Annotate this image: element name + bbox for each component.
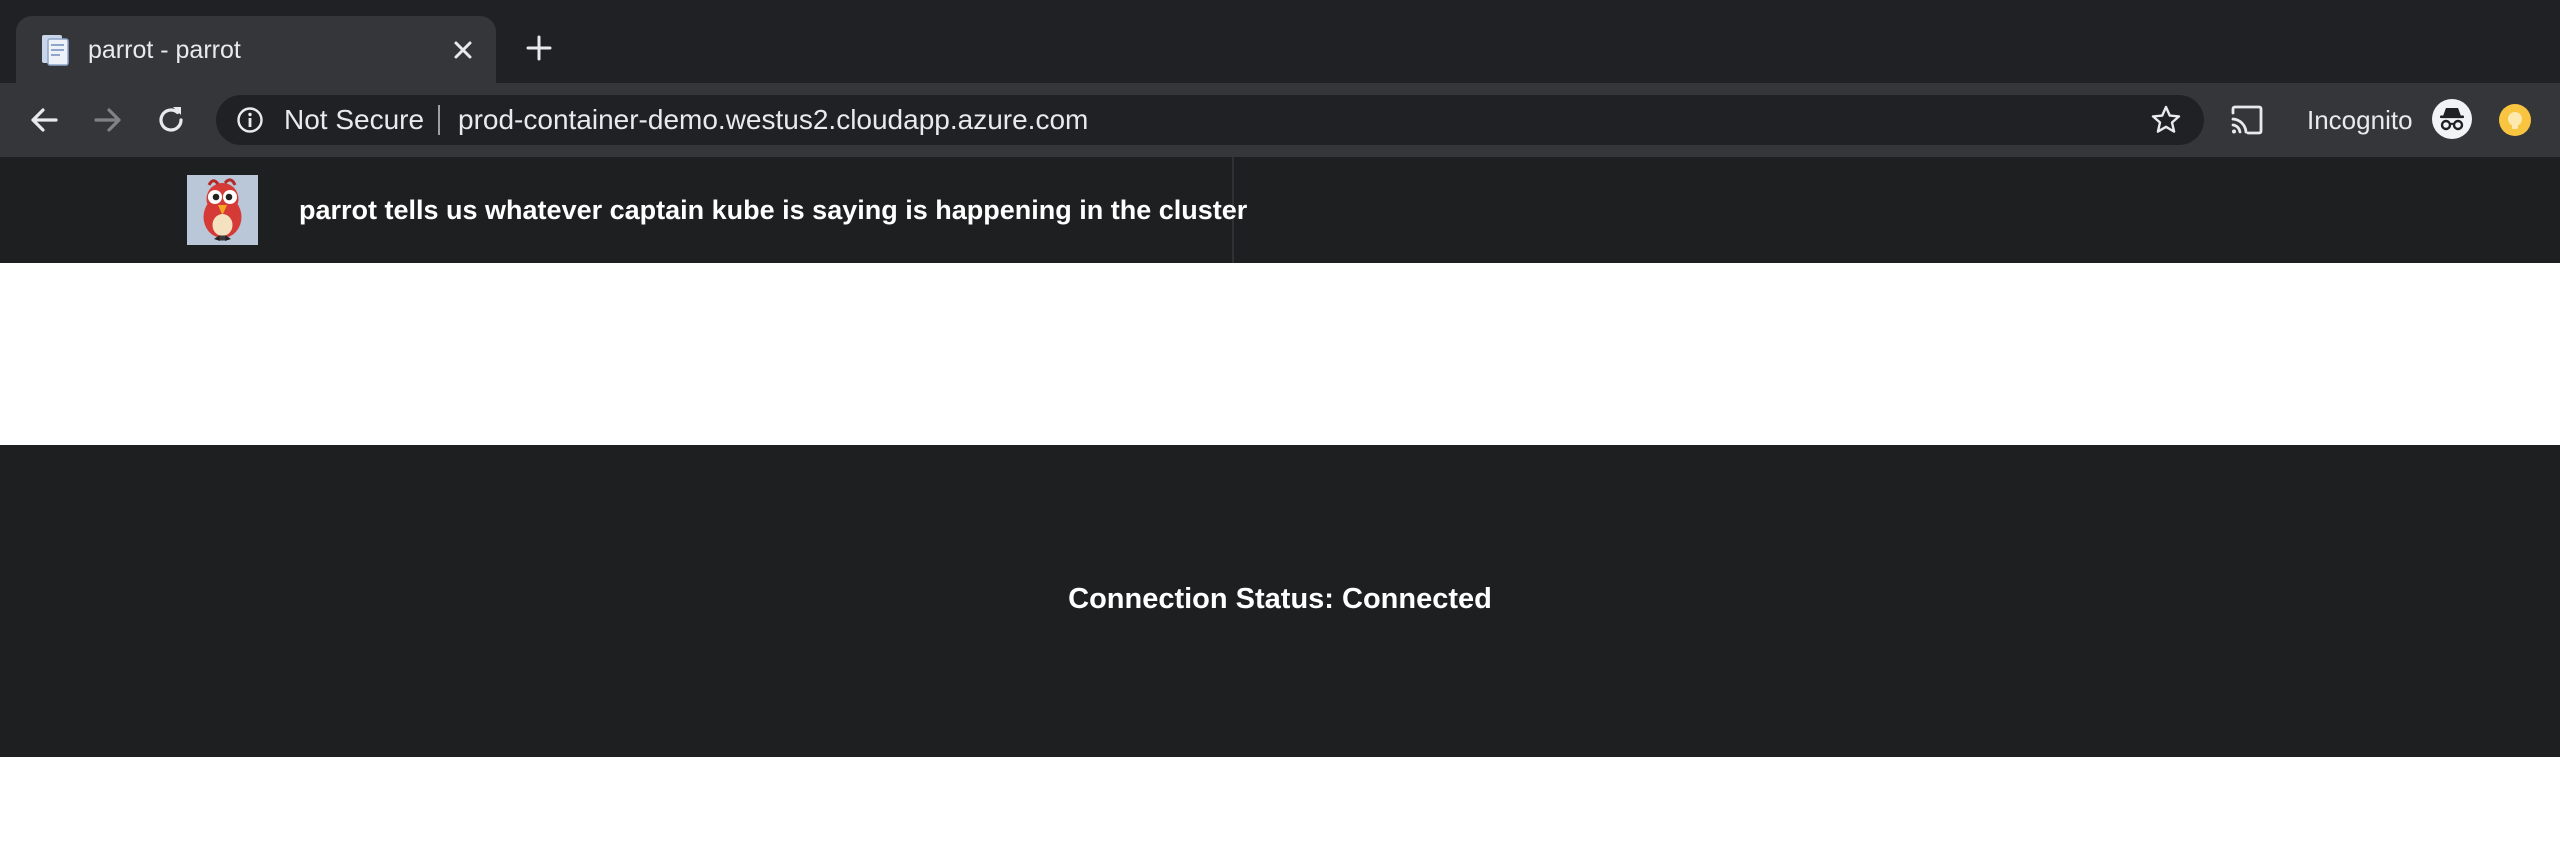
browser-toolbar: Not Secure prod-container-demo.westus2.c… (0, 83, 2560, 157)
plus-icon[interactable] (524, 33, 554, 63)
content-spacer (0, 263, 2560, 445)
url-text[interactable]: prod-container-demo.westus2.cloudapp.azu… (458, 105, 1088, 135)
page-bottom-area (0, 757, 2560, 846)
info-icon[interactable] (236, 106, 264, 134)
security-label[interactable]: Not Secure (284, 105, 424, 135)
incognito-label[interactable]: Incognito (2307, 105, 2413, 135)
reload-icon[interactable] (153, 102, 189, 138)
address-bar[interactable]: Not Secure prod-container-demo.westus2.c… (216, 95, 2204, 145)
star-icon[interactable] (2150, 104, 2182, 136)
tab-title: parrot - parrot (88, 36, 241, 64)
site-header: parrot tells us whatever captain kube is… (0, 157, 2560, 263)
forward-arrow-icon[interactable] (90, 102, 126, 138)
browser-tab-strip: parrot - parrot (0, 0, 2560, 83)
document-icon (38, 33, 72, 67)
cast-icon[interactable] (2230, 105, 2264, 135)
close-icon[interactable] (448, 35, 478, 65)
site-tagline: parrot tells us whatever captain kube is… (299, 195, 1248, 225)
extension-icon[interactable] (2498, 103, 2532, 137)
parrot-logo (187, 175, 258, 245)
browser-tab[interactable]: parrot - parrot (16, 16, 496, 83)
connection-status-panel: Connection Status: Connected (0, 445, 2560, 757)
incognito-icon[interactable] (2432, 99, 2472, 139)
omnibox-divider (438, 105, 440, 135)
brand-area: parrot tells us whatever captain kube is… (0, 157, 1247, 263)
connection-status-text: Connection Status: Connected (1068, 583, 1492, 615)
back-arrow-icon[interactable] (26, 102, 62, 138)
